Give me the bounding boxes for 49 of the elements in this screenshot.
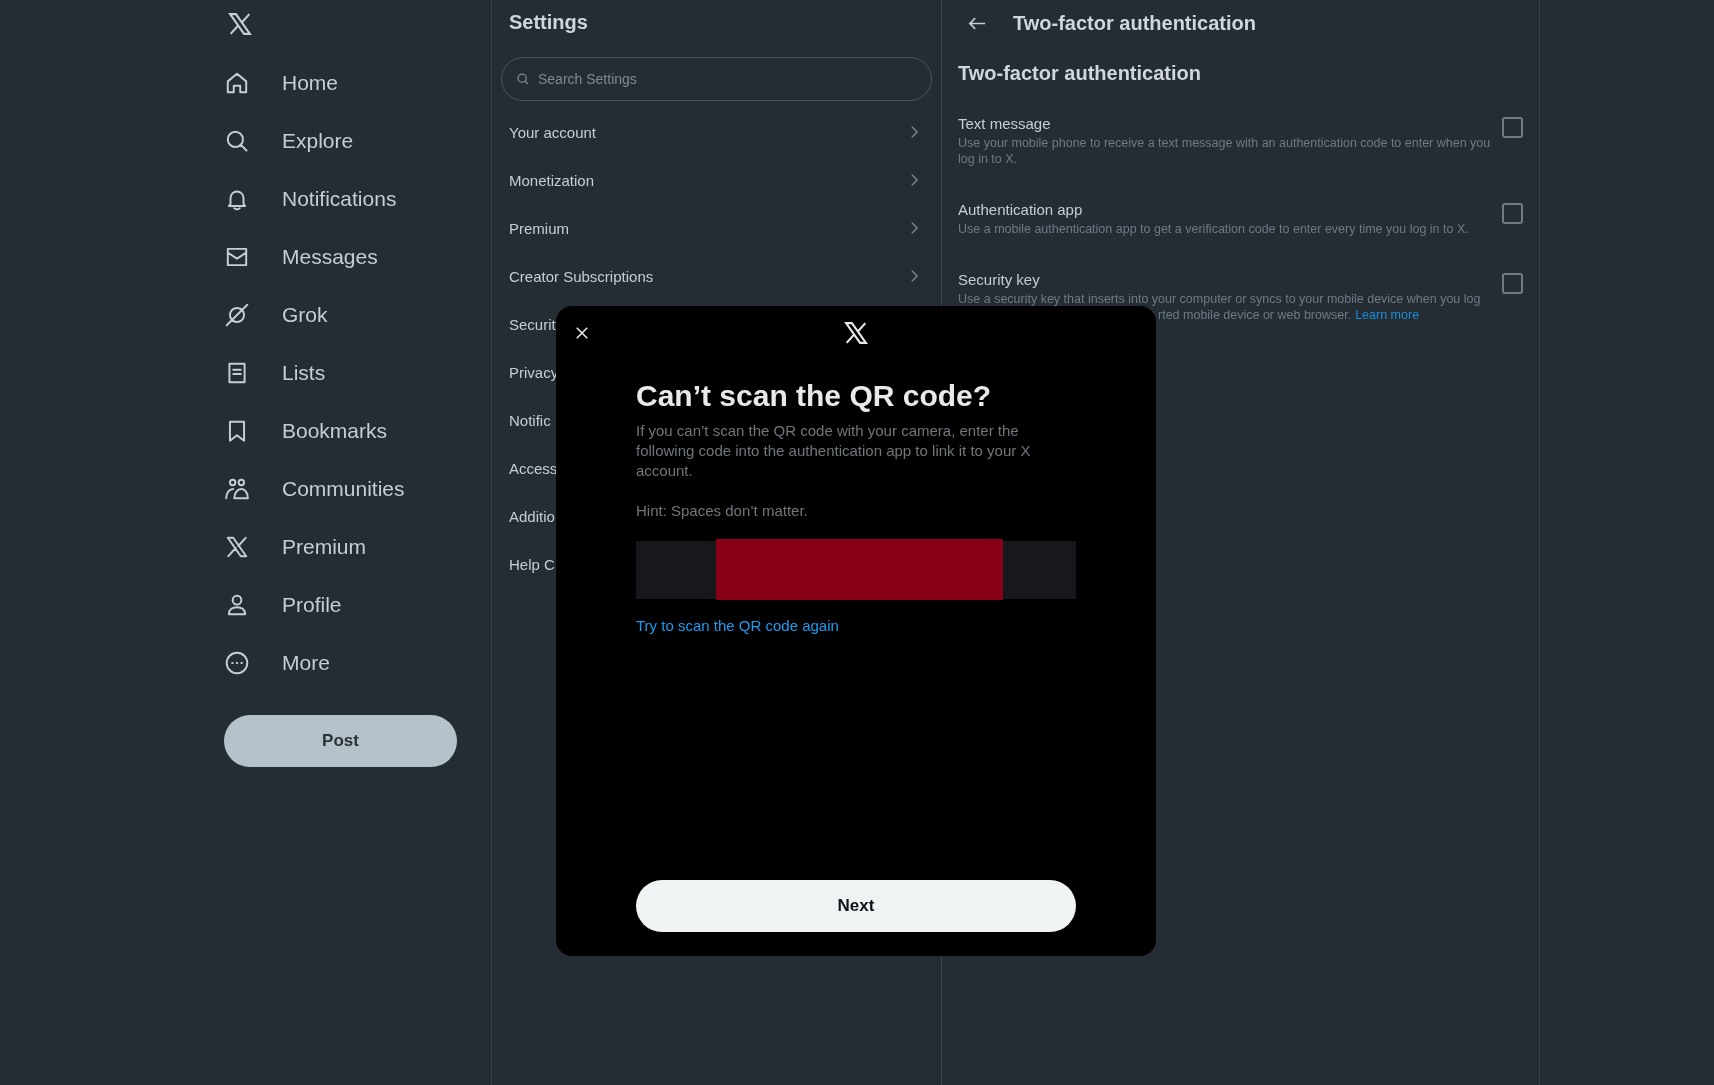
chevron-icon [910, 125, 919, 139]
x-logo-icon [224, 534, 250, 560]
checkbox[interactable] [1502, 117, 1523, 138]
hint-text: Hint: Spaces don’t matter. [636, 501, 808, 521]
back-arrow-icon[interactable] [968, 15, 986, 31]
nav-item[interactable]: Bookmarks [224, 402, 388, 460]
nav-item[interactable]: Premium [224, 518, 366, 576]
settings-item[interactable]: Creator Subscriptions [492, 252, 941, 300]
settings-item[interactable]: Premium [492, 204, 941, 252]
section-heading: Two-factor authentication [958, 62, 1202, 85]
chevron-icon [910, 221, 919, 235]
close-icon[interactable] [575, 326, 589, 340]
search-field[interactable]: Search Settings [501, 57, 932, 101]
checkbox[interactable] [1502, 203, 1523, 224]
learn-more-link[interactable]: Learn more [1355, 308, 1420, 322]
page-title: Two-factor authentication [1013, 11, 1256, 35]
nav-item[interactable]: Messages [224, 228, 378, 286]
next-button[interactable]: Next [636, 880, 1076, 932]
option-description: Use a mobile authentication app to get a verification code to enter every time you log in to X. [958, 221, 1469, 237]
nav-item[interactable]: Home [224, 54, 339, 112]
x-logo-icon[interactable] [226, 10, 254, 38]
nav-item[interactable]: More [224, 634, 330, 692]
scan-again-link[interactable]: Try to scan the QR code again [636, 617, 839, 634]
option-label: Security key [958, 271, 1041, 288]
option-description: rted mobile device or web browser. [1158, 308, 1352, 322]
more-icon [224, 650, 250, 676]
nav-item[interactable]: Lists [224, 344, 326, 402]
home-icon [224, 70, 250, 96]
settings-item[interactable]: Your account [492, 108, 941, 156]
search-icon [224, 128, 250, 154]
nav-item[interactable]: Notifications [224, 170, 397, 228]
option-description: Use a security key that inserts into your computer or syncs to your mobile device when you log [958, 291, 1481, 307]
search-icon [516, 72, 530, 86]
nav-item[interactable]: Explore [224, 112, 354, 170]
post-button[interactable]: Post [224, 715, 457, 767]
option-description: Use your mobile phone to receive a text message with an authentication code to enter when you log in to X. [958, 135, 1492, 167]
settings-title: Settings [508, 10, 589, 35]
nav-item[interactable]: Grok [224, 286, 328, 344]
option-label: Text message [958, 115, 1052, 132]
chevron-icon [910, 173, 919, 187]
people-icon [224, 476, 250, 502]
settings-item[interactable]: Monetization [492, 156, 941, 204]
dialog-text: If you can’t scan the QR code with your camera, enter the following code into the authentication app to link it to your X account. [636, 421, 1032, 481]
option-label: Authentication app [958, 201, 1084, 218]
nav-item[interactable]: Communities [224, 460, 405, 518]
dialog-title: Can’t scan the QR code? [636, 379, 992, 413]
nav-item[interactable]: Profile [224, 576, 342, 634]
chevron-icon [910, 269, 919, 283]
checkbox[interactable] [1502, 273, 1523, 294]
